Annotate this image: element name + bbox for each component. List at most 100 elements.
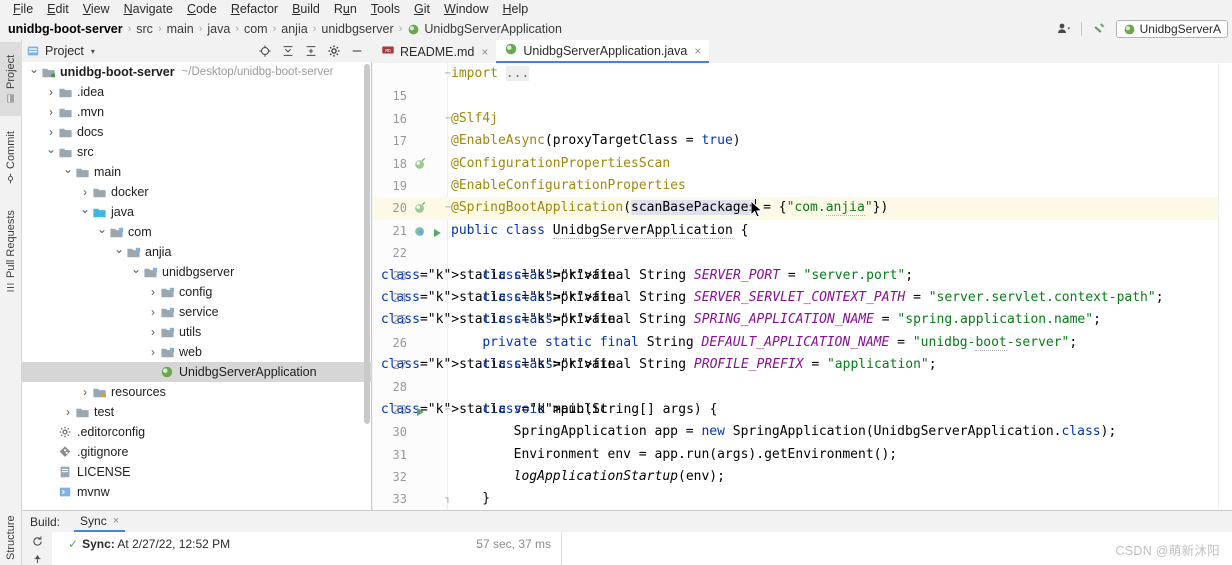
breadcrumb-item-com[interactable]: com: [244, 22, 268, 36]
tree-node--mvn[interactable]: › .mvn: [22, 102, 372, 122]
chevron-down-icon[interactable]: ⌄: [79, 203, 91, 215]
chevron-down-icon[interactable]: ⌄: [113, 243, 125, 255]
menu-item-build[interactable]: Build: [285, 0, 327, 18]
breadcrumb: unidbg-boot-server › src › main › java › com › anj…: [8, 22, 562, 36]
menu-item-view[interactable]: View: [76, 0, 117, 18]
menu-item-edit[interactable]: Edit: [40, 0, 76, 18]
breadcrumb-item-java[interactable]: java: [207, 22, 230, 36]
tree-node-mvnw[interactable]: mvnw: [22, 482, 372, 502]
collapse-all-icon[interactable]: [281, 44, 295, 58]
tree-node-web[interactable]: › web: [22, 342, 372, 362]
expand-all-icon[interactable]: [304, 44, 318, 58]
pin-icon[interactable]: [31, 553, 44, 565]
editor-tab-readme-md[interactable]: MD README.md ×: [373, 40, 496, 63]
breadcrumb-item-unidbgserver[interactable]: unidbgserver: [321, 22, 393, 36]
tree-node-label: com: [128, 225, 152, 239]
spring-boot-run-icon[interactable]: [413, 224, 427, 238]
menu-item-refactor[interactable]: Refactor: [224, 0, 285, 18]
chevron-right-icon[interactable]: ›: [79, 385, 91, 399]
chevron-right-icon[interactable]: ›: [147, 345, 159, 359]
minimize-icon[interactable]: [350, 44, 364, 58]
tree-node--gitignore[interactable]: .gitignore: [22, 442, 372, 462]
person-settings-icon[interactable]: [1055, 20, 1073, 38]
chevron-right-icon[interactable]: ›: [62, 405, 74, 419]
sidebar-item-project[interactable]: Project: [0, 42, 22, 116]
left-tool-strip-bottom: Structure: [0, 510, 22, 565]
hammer-icon[interactable]: [1090, 20, 1108, 38]
chevron-down-icon[interactable]: ⌄: [130, 263, 142, 275]
bean-icon[interactable]: [413, 201, 427, 215]
code-editor[interactable]: ─ import ... 15 16 ─ @Slf4j 17 @EnableAsync(pro…: [373, 63, 1232, 510]
code-text: }: [451, 491, 491, 507]
tree-node-label: unidbg-boot-server: [60, 65, 175, 79]
breadcrumb-item-src[interactable]: src: [136, 22, 153, 36]
package-icon: [159, 324, 175, 340]
menu-item-run[interactable]: Run: [327, 0, 364, 18]
chevron-right-icon[interactable]: ›: [147, 285, 159, 299]
license-icon: [57, 464, 73, 480]
tree-node-src[interactable]: ⌄ src: [22, 142, 372, 162]
chevron-down-icon[interactable]: ⌄: [45, 143, 57, 155]
sidebar-item-commit[interactable]: Commit: [0, 122, 22, 194]
tree-node-resources[interactable]: › resources: [22, 382, 372, 402]
target-icon[interactable]: [258, 44, 272, 58]
breadcrumb-item-unidbg-boot-server[interactable]: unidbg-boot-server: [8, 22, 123, 36]
breadcrumb-item-anjia[interactable]: anjia: [281, 22, 307, 36]
close-icon[interactable]: ×: [694, 44, 701, 58]
tree-node-service[interactable]: › service: [22, 302, 372, 322]
chevron-right-icon[interactable]: ›: [45, 105, 57, 119]
build-status-row[interactable]: ✓ Sync: At 2/27/22, 12:52 PM 57 sec, 37 m…: [52, 532, 562, 565]
tree-node-anjia[interactable]: ⌄ anjia: [22, 242, 372, 262]
tree-node-unidbgserverapplication[interactable]: UnidbgServerApplication: [22, 362, 372, 382]
sidebar-label-structure: Structure: [5, 515, 17, 560]
tree-node--editorconfig[interactable]: .editorconfig: [22, 422, 372, 442]
chevron-down-icon[interactable]: ▾: [91, 47, 95, 56]
tree-node-test[interactable]: › test: [22, 402, 372, 422]
menu-item-tools[interactable]: Tools: [364, 0, 407, 18]
menu-item-file[interactable]: File: [6, 0, 40, 18]
code-line-17: 17 @EnableAsync(proxyTargetClass = true): [373, 130, 1232, 152]
tree-node-java[interactable]: ⌄ java: [22, 202, 372, 222]
tree-node-config[interactable]: › config: [22, 282, 372, 302]
run-configuration-selector[interactable]: UnidbgServerA: [1115, 20, 1228, 38]
breadcrumb-item-unidbgserverapplication[interactable]: UnidbgServerApplication: [407, 22, 562, 36]
close-icon[interactable]: ×: [113, 515, 119, 527]
sidebar-item-pull-requests[interactable]: Pull Requests: [0, 200, 22, 304]
menu-item-window[interactable]: Window: [437, 0, 495, 18]
project-tree-scrollbar[interactable]: [364, 64, 370, 424]
run-icon[interactable]: [431, 225, 445, 239]
chevron-right-icon[interactable]: ›: [45, 85, 57, 99]
tree-node--idea[interactable]: › .idea: [22, 82, 372, 102]
tree-node-unidbg-boot-server[interactable]: ⌄ unidbg-boot-server ~/Desktop/unidbg-boot…: [22, 62, 372, 82]
editor-tab-unidbgserverapplication-java[interactable]: UnidbgServerApplication.java ×: [496, 40, 710, 63]
tree-node-license[interactable]: LICENSE: [22, 462, 372, 482]
chevron-down-icon[interactable]: ⌄: [28, 63, 40, 75]
tree-node-utils[interactable]: › utils: [22, 322, 372, 342]
gear-icon[interactable]: [327, 44, 341, 58]
run-icon[interactable]: [414, 404, 428, 418]
rerun-icon[interactable]: [31, 535, 44, 548]
menu-item-git[interactable]: Git: [407, 0, 437, 18]
tab-sync[interactable]: Sync ×: [74, 511, 126, 532]
chevron-right-icon[interactable]: ›: [45, 125, 57, 139]
menu-item-code[interactable]: Code: [180, 0, 224, 18]
tree-node-docker[interactable]: › docker: [22, 182, 372, 202]
menu-item-navigate[interactable]: Navigate: [117, 0, 180, 18]
breadcrumb-item-main[interactable]: main: [167, 22, 194, 36]
chevron-down-icon[interactable]: ⌄: [62, 163, 74, 175]
menu-item-help[interactable]: Help: [495, 0, 535, 18]
tree-node-unidbgserver[interactable]: ⌄ unidbgserver: [22, 262, 372, 282]
line-number: 30: [392, 425, 407, 440]
project-tree[interactable]: ⌄ unidbg-boot-server ~/Desktop/unidbg-boot…: [22, 62, 372, 510]
sidebar-item-structure[interactable]: Structure: [0, 510, 22, 565]
chevron-right-icon[interactable]: ›: [79, 185, 91, 199]
close-icon[interactable]: ×: [481, 45, 488, 59]
bean-icon[interactable]: [413, 157, 427, 171]
tree-node-com[interactable]: ⌄ com: [22, 222, 372, 242]
chevron-right-icon[interactable]: ›: [147, 305, 159, 319]
editor-marker-gutter[interactable]: [1218, 63, 1232, 510]
chevron-right-icon[interactable]: ›: [147, 325, 159, 339]
chevron-down-icon[interactable]: ⌄: [96, 223, 108, 235]
tree-node-main[interactable]: ⌄ main: [22, 162, 372, 182]
tree-node-docs[interactable]: › docs: [22, 122, 372, 142]
